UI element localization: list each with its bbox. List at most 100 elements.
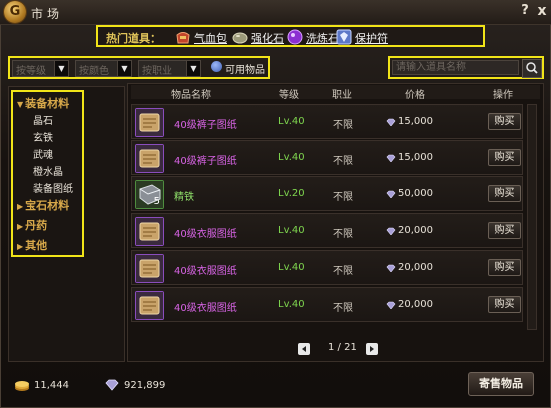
hot-items-bar: 热门道具： 气血包 强化石 洗炼石 保护符 xyxy=(96,25,485,47)
item-price: 20,000 xyxy=(398,225,433,236)
scroll-icon[interactable] xyxy=(135,144,164,173)
job-filter-dropdown[interactable]: 按职业 ▼ xyxy=(138,60,201,77)
buy-button[interactable]: 购买 xyxy=(488,113,521,130)
item-job: 不限 xyxy=(333,229,353,240)
gem-currency-icon xyxy=(386,301,396,309)
item-level: Lv.20 xyxy=(278,188,305,199)
gold-amount: 11,444 xyxy=(34,380,69,391)
collapsed-arrow-icon: ▶ xyxy=(17,242,24,251)
next-page-button[interactable] xyxy=(366,343,378,355)
gem-amount: 921,899 xyxy=(124,380,166,391)
buy-button[interactable]: 购买 xyxy=(488,222,521,239)
blood-pack-icon xyxy=(175,29,191,45)
item-level: Lv.40 xyxy=(278,225,305,236)
scroll-icon[interactable] xyxy=(135,217,164,246)
arrow-right-icon xyxy=(370,346,374,352)
category-gem-materials[interactable]: ▶ 宝石材料 xyxy=(17,197,69,213)
subcategory-orange-crystal[interactable]: 橙水晶 xyxy=(33,163,63,178)
item-level: Lv.40 xyxy=(278,299,305,310)
window-title: 市场 xyxy=(31,7,64,21)
usable-items-label: 可用物品 xyxy=(225,65,265,76)
search-button[interactable] xyxy=(522,59,542,78)
category-tree: ▼ 装备材料 晶石 玄铁 武魂 橙水晶 装备图纸 ▶ 宝石材料 ▶ 丹药 ▶ 其他 xyxy=(11,90,84,257)
item-level: Lv.40 xyxy=(278,262,305,273)
header-action: 操作 xyxy=(493,90,513,101)
close-button[interactable]: x xyxy=(535,3,549,19)
item-price: 15,000 xyxy=(398,116,433,127)
table-row: 40级衣服图纸 Lv.40 不限 20,000 购买 xyxy=(131,213,523,248)
table-header: 物品名称 等级 职业 价格 操作 xyxy=(131,85,540,101)
level-filter-dropdown[interactable]: 按等级 ▼ xyxy=(12,60,69,77)
expanded-arrow-icon: ▼ xyxy=(17,100,24,109)
item-name: 40级衣服图纸 xyxy=(174,229,237,240)
chevron-down-icon: ▼ xyxy=(117,61,131,76)
scroll-icon[interactable] xyxy=(135,108,164,137)
subcategory-war-soul[interactable]: 武魂 xyxy=(33,146,53,161)
title-bar: G 市场 ? x xyxy=(0,0,551,25)
table-row: 40级裤子图纸 Lv.40 不限 15,000 购买 xyxy=(131,104,523,139)
gem-currency-icon xyxy=(386,154,396,162)
usable-items-checkbox[interactable] xyxy=(211,61,222,72)
category-equip-materials[interactable]: ▼ 装备材料 xyxy=(17,95,69,111)
game-logo-icon: G xyxy=(4,1,26,23)
gem-currency-icon xyxy=(386,190,396,198)
subcategory-crystal[interactable]: 晶石 xyxy=(33,112,53,127)
search-icon xyxy=(526,62,538,74)
item-name: 40级裤子图纸 xyxy=(174,156,237,167)
prev-page-button[interactable] xyxy=(298,343,310,355)
gem-currency-icon xyxy=(386,264,396,272)
category-other[interactable]: ▶ 其他 xyxy=(17,237,47,253)
category-pills[interactable]: ▶ 丹药 xyxy=(17,217,47,233)
search-input[interactable] xyxy=(392,60,519,75)
subcategory-equip-blueprint[interactable]: 装备图纸 xyxy=(33,180,73,195)
item-job: 不限 xyxy=(333,120,353,131)
header-job: 职业 xyxy=(332,90,352,101)
item-name: 精铁 xyxy=(174,192,194,203)
buy-button[interactable]: 购买 xyxy=(488,185,521,202)
item-job: 不限 xyxy=(333,156,353,167)
buy-button[interactable]: 购买 xyxy=(488,149,521,166)
page-indicator: 1 / 21 xyxy=(328,342,357,353)
buy-button[interactable]: 购买 xyxy=(488,296,521,313)
filter-bar: 按等级 ▼ 按颜色 ▼ 按职业 ▼ 可用物品 xyxy=(8,56,270,79)
table-row: 5 精铁 Lv.20 不限 50,000 购买 xyxy=(131,176,523,211)
buy-button[interactable]: 购买 xyxy=(488,259,521,276)
table-row: 40级裤子图纸 Lv.40 不限 15,000 购买 xyxy=(131,140,523,175)
item-name: 40级衣服图纸 xyxy=(174,303,237,314)
item-name: 40级衣服图纸 xyxy=(174,266,237,277)
refine-stone-icon xyxy=(287,29,303,45)
item-price: 15,000 xyxy=(398,152,433,163)
header-price: 价格 xyxy=(405,90,425,101)
iron-ingot-icon[interactable]: 5 xyxy=(135,180,164,209)
enhance-stone-icon xyxy=(232,29,248,45)
item-job: 不限 xyxy=(333,192,353,203)
scroll-icon[interactable] xyxy=(135,254,164,283)
color-filter-dropdown[interactable]: 按颜色 ▼ xyxy=(75,60,132,77)
chevron-down-icon: ▼ xyxy=(54,61,68,76)
item-level: Lv.40 xyxy=(278,116,305,127)
gem-currency-icon xyxy=(386,227,396,235)
consign-item-button[interactable]: 寄售物品 xyxy=(468,372,534,396)
item-price: 50,000 xyxy=(398,188,433,199)
list-scrollbar[interactable] xyxy=(527,104,537,330)
gem-currency-icon xyxy=(386,118,396,126)
hot-items-label: 热门道具： xyxy=(106,32,161,45)
item-quantity: 5 xyxy=(153,196,160,207)
chevron-down-icon: ▼ xyxy=(186,61,200,76)
collapsed-arrow-icon: ▶ xyxy=(17,202,24,211)
header-level: 等级 xyxy=(279,90,299,101)
table-row: 40级衣服图纸 Lv.40 不限 20,000 购买 xyxy=(131,287,523,322)
header-item-name: 物品名称 xyxy=(171,90,211,101)
item-price: 20,000 xyxy=(398,262,433,273)
subcategory-dark-iron[interactable]: 玄铁 xyxy=(33,129,53,144)
scroll-icon[interactable] xyxy=(135,291,164,320)
collapsed-arrow-icon: ▶ xyxy=(17,222,24,231)
table-row: 40级衣服图纸 Lv.40 不限 20,000 购买 xyxy=(131,250,523,285)
gem-currency-icon xyxy=(104,379,120,391)
item-job: 不限 xyxy=(333,303,353,314)
arrow-left-icon xyxy=(302,346,306,352)
help-button[interactable]: ? xyxy=(518,3,532,19)
protect-charm-icon xyxy=(336,29,352,45)
item-level: Lv.40 xyxy=(278,152,305,163)
search-bar xyxy=(388,56,544,79)
